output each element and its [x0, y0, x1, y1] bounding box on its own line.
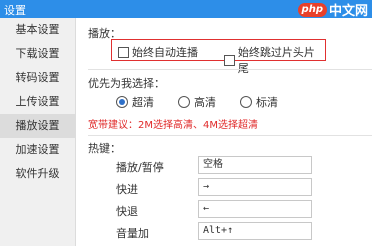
hotkey-label: 快退: [116, 205, 138, 218]
hotkey-label: 快进: [116, 183, 138, 196]
section-divider: [88, 135, 372, 136]
hotkey-input-rewind[interactable]: ←: [198, 200, 312, 218]
radio-sd-circle[interactable]: [240, 96, 252, 108]
radio-hd-circle[interactable]: [178, 96, 190, 108]
playback-options-highlight: 始终自动连播 始终跳过片头片尾: [111, 39, 326, 75]
skip-intro-outro-checkbox-label: 始终跳过片头片尾: [237, 46, 315, 75]
settings-content: 播放： 始终自动连播 始终跳过片头片尾 优先为我选择： 超清 高清 标清 宽带建…: [76, 18, 372, 246]
hotkey-input-play-pause[interactable]: 空格: [198, 156, 312, 174]
radio-hd-label: 高清: [194, 96, 216, 109]
radio-ultra-hd-label: 超清: [132, 96, 154, 109]
title-bar: 设置 php 中文网: [0, 0, 372, 19]
radio-selected-dot: [119, 99, 125, 105]
window-title: 设置: [4, 4, 26, 17]
hotkey-input-volume-up[interactable]: Alt+↑: [198, 222, 312, 240]
autoplay-checkbox-label: 始终自动连播: [132, 46, 198, 59]
bandwidth-hint: 宽带建议：2M选择高清、4M选择超清: [88, 120, 258, 131]
skip-intro-outro-checkbox[interactable]: 始终跳过片头片尾: [224, 44, 325, 76]
watermark-logo-text: 中文网: [328, 4, 368, 19]
sidebar-item-download[interactable]: 下载设置: [0, 42, 75, 66]
watermark-logo-badge: php: [297, 2, 327, 17]
section-divider: [88, 69, 372, 70]
sidebar-item-basic[interactable]: 基本设置: [0, 18, 75, 42]
hotkeys-section-label: 热键：: [88, 142, 121, 155]
settings-sidebar: 基本设置 下载设置 转码设置 上传设置 播放设置 加速设置 软件升级: [0, 18, 76, 246]
radio-sd[interactable]: 标清: [240, 94, 278, 110]
radio-ultra-hd-circle[interactable]: [116, 96, 128, 108]
hotkey-row-volume-up: 音量加 Alt+↑: [116, 222, 372, 242]
hotkey-label: 音量加: [116, 227, 149, 240]
skip-intro-outro-checkbox-box[interactable]: [224, 54, 235, 66]
hotkey-row-fast-forward: 快进 →: [116, 178, 372, 198]
hotkey-row-rewind: 快退 ←: [116, 200, 372, 220]
sidebar-item-transcode[interactable]: 转码设置: [0, 66, 75, 90]
autoplay-checkbox-box[interactable]: [118, 46, 129, 58]
sidebar-item-acceleration[interactable]: 加速设置: [0, 138, 75, 162]
hotkey-input-fast-forward[interactable]: →: [198, 178, 312, 196]
hotkey-label: 播放/暂停: [116, 161, 164, 174]
hotkey-row-play-pause: 播放/暂停 空格: [116, 156, 372, 176]
autoplay-checkbox[interactable]: 始终自动连播: [118, 44, 198, 60]
sidebar-item-playback[interactable]: 播放设置: [0, 114, 75, 138]
radio-ultra-hd[interactable]: 超清: [116, 94, 154, 110]
sidebar-item-upload[interactable]: 上传设置: [0, 90, 75, 114]
priority-section-label: 优先为我选择：: [88, 77, 165, 90]
watermark-logo: php 中文网: [297, 1, 368, 19]
radio-hd[interactable]: 高清: [178, 94, 216, 110]
radio-sd-label: 标清: [256, 96, 278, 109]
sidebar-item-software-upgrade[interactable]: 软件升级: [0, 162, 75, 186]
